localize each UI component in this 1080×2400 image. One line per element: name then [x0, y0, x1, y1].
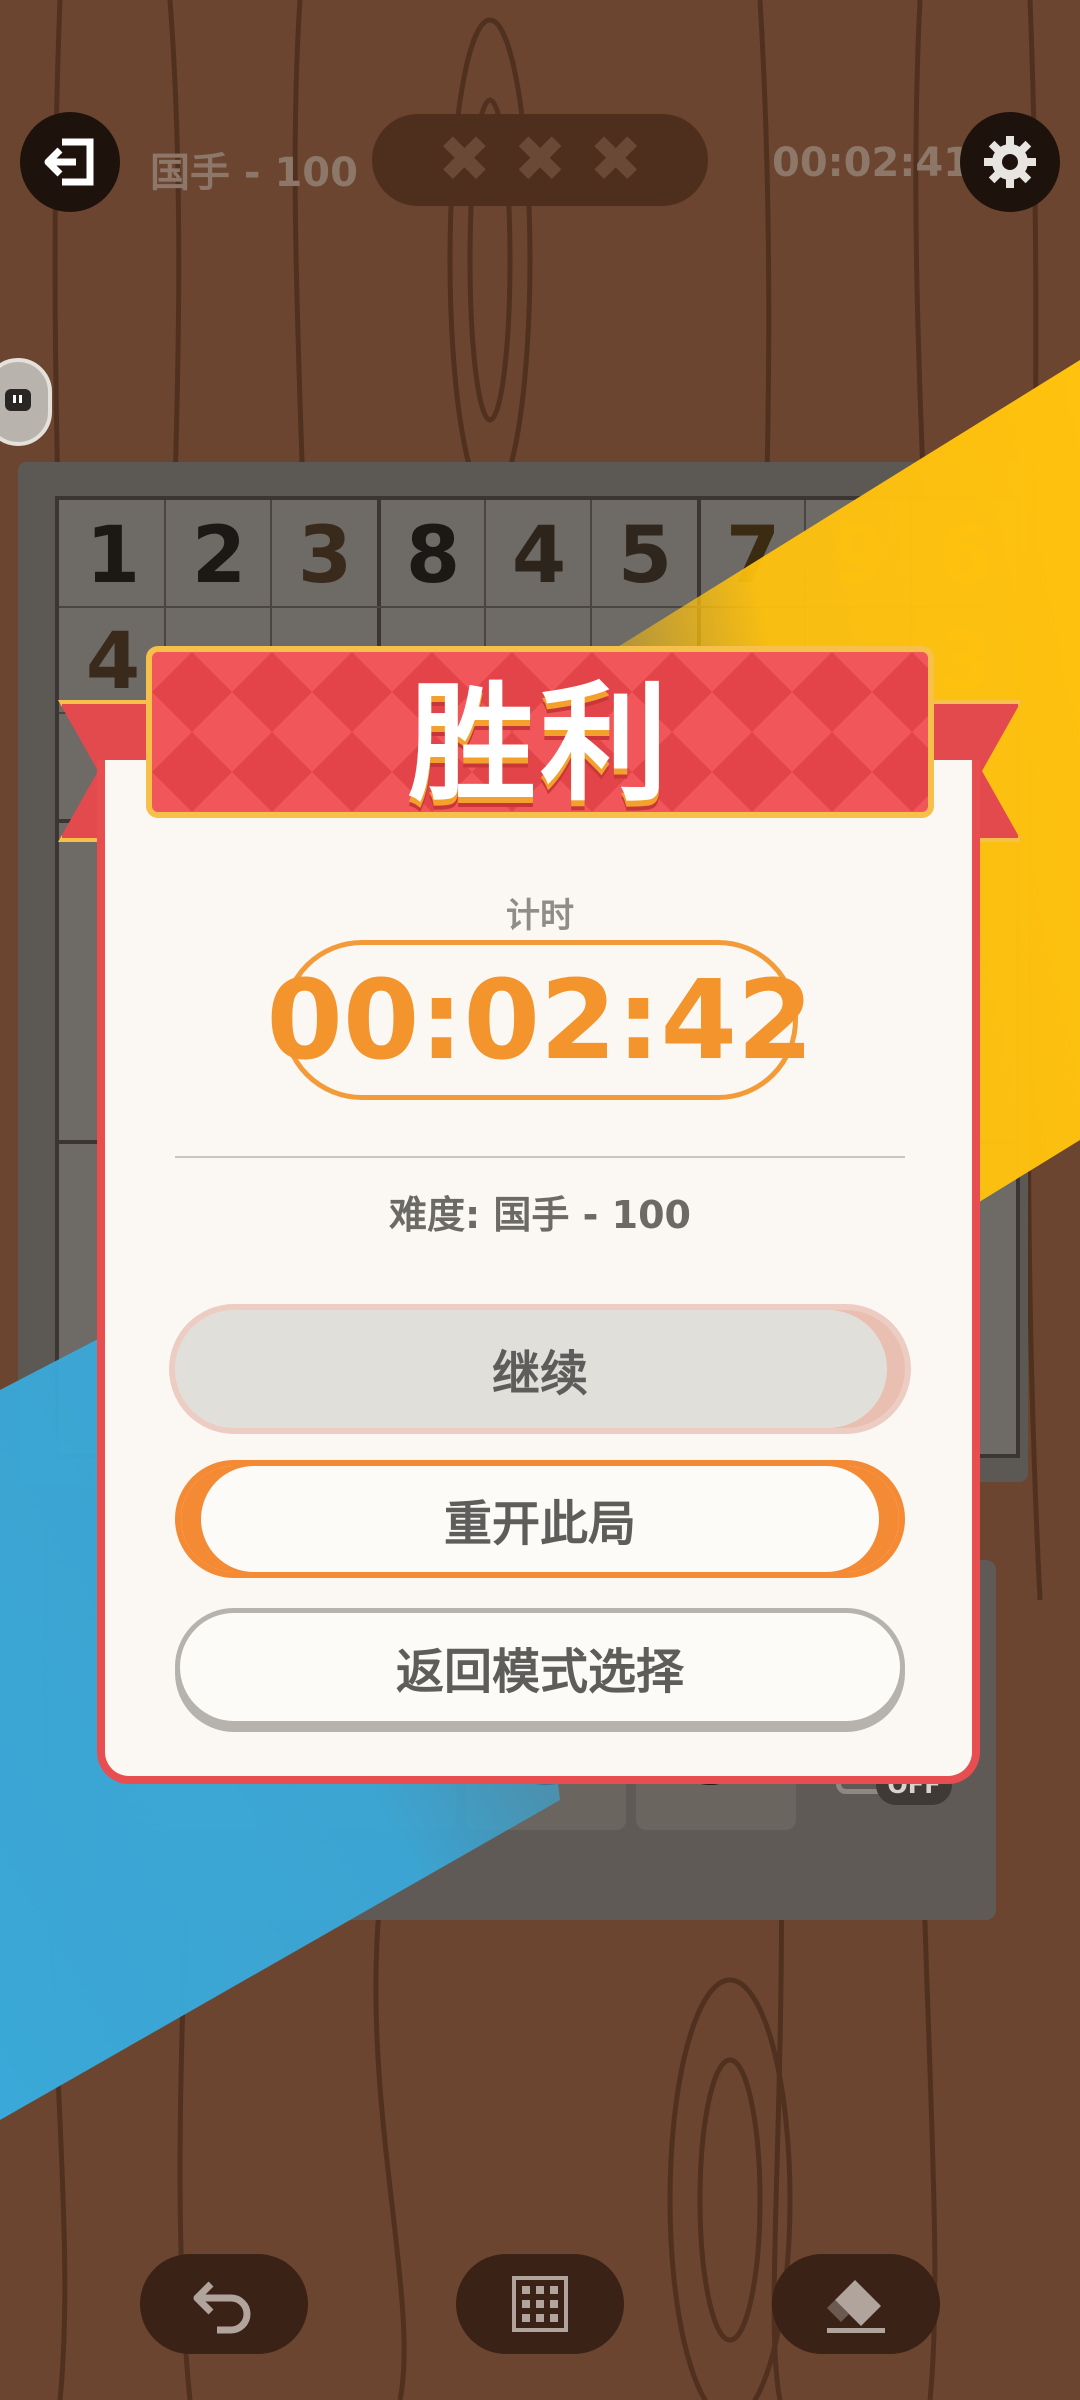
back-label: 返回模式选择: [395, 1644, 684, 1700]
timer-label: 计时: [506, 896, 574, 936]
eraser-icon: [827, 2280, 885, 2333]
undo-button[interactable]: [140, 2254, 308, 2354]
number-grid-icon: [512, 2276, 568, 2332]
number-grid-button[interactable]: [456, 2254, 624, 2354]
restart-label: 重开此局: [443, 1496, 636, 1552]
back-to-modes-button[interactable]: 返回模式选择: [175, 1608, 905, 1726]
victory-banner: 胜利: [146, 646, 934, 818]
undo-icon: [193, 2281, 251, 2334]
eraser-button[interactable]: [772, 2254, 940, 2354]
continue-label: 继续: [491, 1346, 588, 1402]
divider: [175, 1156, 905, 1158]
difficulty-text: 难度: 国手 - 100: [389, 1193, 691, 1237]
final-time: 00:02:42: [266, 940, 814, 1100]
continue-button[interactable]: 继续: [175, 1310, 905, 1428]
victory-title: 胜利: [407, 669, 672, 818]
restart-button[interactable]: 重开此局: [175, 1460, 905, 1578]
